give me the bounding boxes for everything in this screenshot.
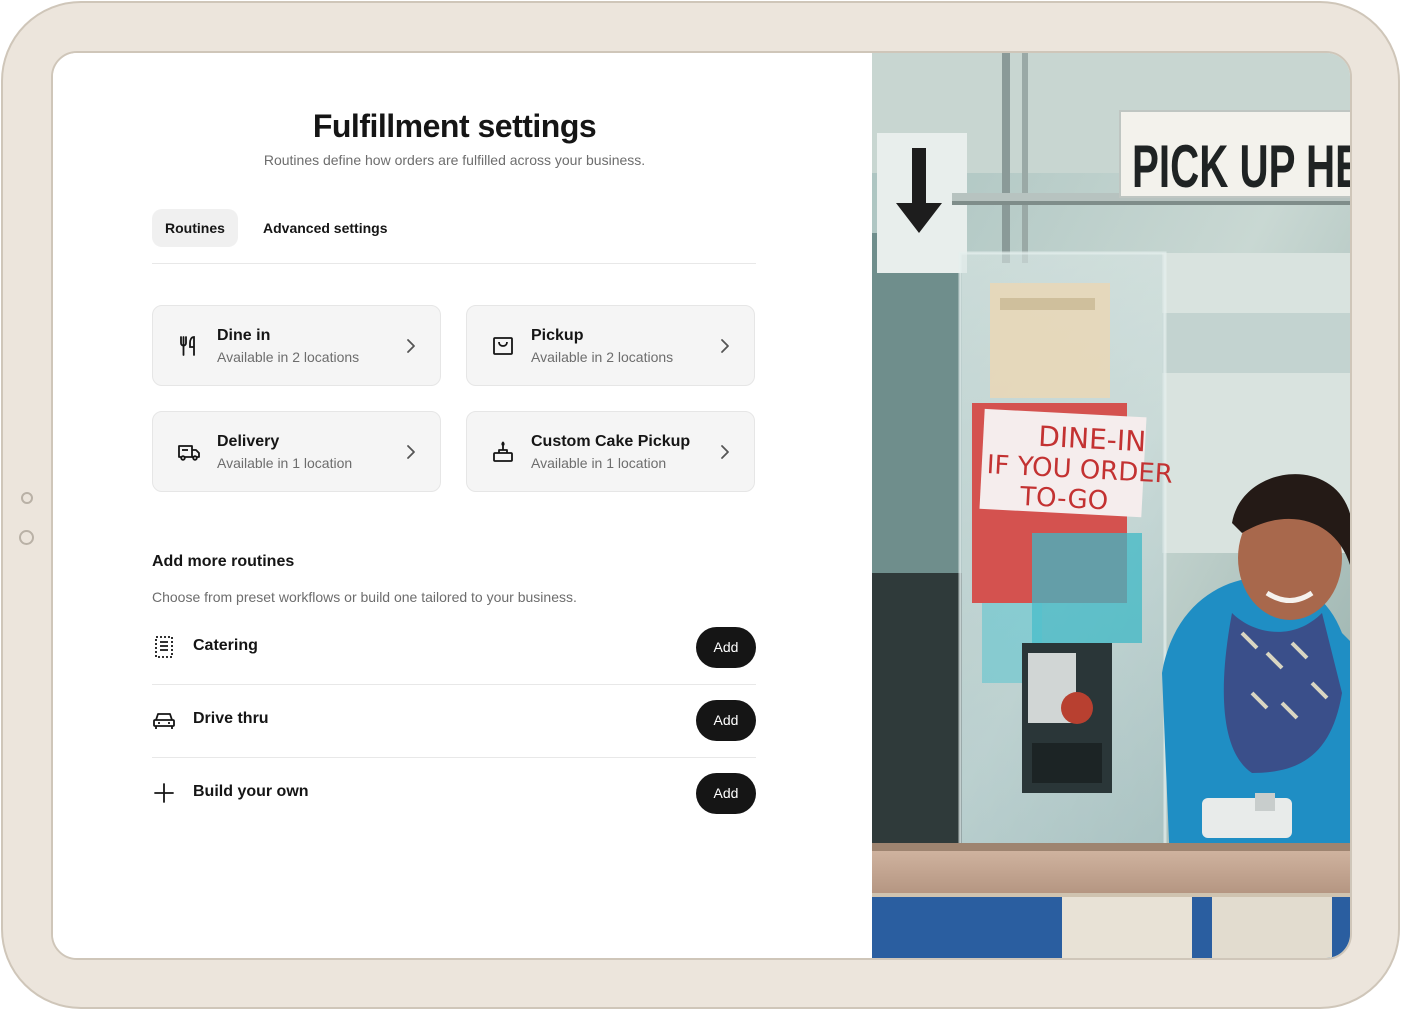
plus-icon [154, 783, 174, 803]
routine-title: Pickup [531, 327, 584, 344]
routine-subtitle: Available in 2 locations [217, 349, 360, 365]
add-routine-label: Build your own [193, 783, 309, 800]
add-routine-row-drive-thru: Drive thru Add [152, 684, 756, 757]
tab-advanced-settings[interactable]: Advanced settings [250, 209, 400, 247]
routine-card-dine-in[interactable]: Dine in Available in 2 locations [152, 305, 441, 386]
routine-subtitle: Available in 1 location [217, 455, 353, 471]
note-line-3: TO-GO [1018, 482, 1108, 517]
receipt-icon [155, 636, 173, 658]
add-routine-label: Catering [193, 637, 258, 654]
routine-card-custom-cake-pickup[interactable]: Custom Cake Pickup Available in 1 locati… [466, 411, 755, 492]
camera-dot [21, 492, 33, 504]
add-drive-thru-button[interactable]: Add [696, 700, 756, 741]
note-line-1: DINE-IN [1038, 420, 1147, 459]
chevron-right-icon [407, 445, 415, 459]
tab-routines[interactable]: Routines [152, 209, 238, 247]
chevron-right-icon [721, 339, 729, 353]
add-catering-button[interactable]: Add [696, 627, 756, 668]
add-build-your-own-button[interactable]: Add [696, 773, 756, 814]
tab-divider [152, 263, 756, 264]
routine-title: Delivery [217, 433, 280, 450]
add-routine-row-build-your-own: Build your own Add [152, 757, 756, 830]
utensils-icon [180, 336, 195, 356]
car-icon [153, 713, 175, 729]
routine-subtitle: Available in 2 locations [531, 349, 674, 365]
page-title: Fulfillment settings [312, 108, 597, 144]
camera-lens [19, 530, 34, 545]
routine-title: Custom Cake Pickup [531, 433, 691, 450]
truck-icon [178, 445, 200, 461]
chevron-right-icon [721, 445, 729, 459]
routine-card-delivery[interactable]: Delivery Available in 1 location [152, 411, 441, 492]
tablet-screen: Fulfillment settings Routines define how… [51, 51, 1352, 960]
routine-title: Dine in [217, 327, 271, 344]
routine-subtitle: Available in 1 location [531, 455, 667, 471]
chevron-right-icon [407, 339, 415, 353]
cake-icon [493, 441, 513, 462]
pick-up-sign-text: PICK UP HE [1132, 133, 1352, 200]
bag-icon [493, 337, 513, 355]
add-routine-row-catering: Catering Add [152, 611, 756, 684]
add-routine-label: Drive thru [193, 710, 269, 727]
settings-pane: Fulfillment settings Routines define how… [53, 53, 872, 958]
pickup-counter-photo: PICK UP HE DINE-IN IF YOU ORDER TO-GO [872, 53, 1352, 958]
add-more-subtitle: Choose from preset workflows or build on… [152, 589, 577, 605]
hero-photo: PICK UP HE DINE-IN IF YOU ORDER TO-GO [872, 53, 1352, 958]
routine-card-pickup[interactable]: Pickup Available in 2 locations [466, 305, 755, 386]
page-subtitle: Routines define how orders are fulfilled… [263, 152, 646, 168]
add-more-title: Add more routines [152, 553, 295, 570]
